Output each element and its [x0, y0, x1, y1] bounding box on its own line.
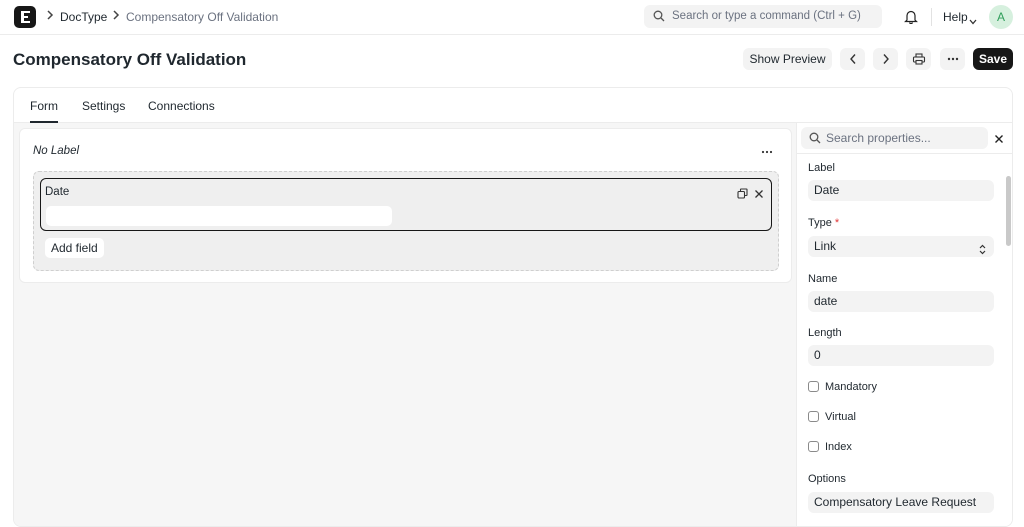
- type-property-text: Type: [808, 217, 832, 229]
- add-field-button[interactable]: Add field: [45, 238, 104, 258]
- select-arrows-icon: [979, 241, 986, 262]
- form-canvas: No Label Date Add field: [14, 123, 796, 527]
- close-icon[interactable]: [994, 132, 1004, 147]
- breadcrumb-doctype[interactable]: DocType: [60, 10, 107, 24]
- more-icon: [947, 57, 959, 61]
- sidebar-divider: [797, 153, 1013, 154]
- form-column[interactable]: Date Add field: [33, 171, 779, 271]
- help-menu[interactable]: Help: [943, 10, 968, 24]
- options-property-input[interactable]: Compensatory Leave Request: [808, 492, 994, 513]
- index-label[interactable]: Index: [825, 441, 852, 453]
- app-logo-icon[interactable]: [14, 6, 36, 28]
- chevron-left-icon: [849, 54, 857, 65]
- search-placeholder: Search or type a command (Ctrl + G): [672, 10, 861, 22]
- length-property-input[interactable]: 0: [808, 345, 994, 366]
- properties-search-placeholder: Search properties...: [826, 131, 931, 145]
- section-more-icon[interactable]: [761, 143, 773, 157]
- search-icon: [653, 10, 665, 25]
- properties-sidebar: Search properties... Label Date Type * L…: [796, 123, 1013, 527]
- mandatory-label[interactable]: Mandatory: [825, 381, 877, 393]
- save-button[interactable]: Save: [973, 48, 1013, 70]
- navbar-divider: [931, 8, 932, 26]
- type-property-select[interactable]: Link: [808, 236, 994, 257]
- tab-settings[interactable]: Settings: [82, 99, 125, 113]
- printer-icon: [912, 53, 925, 65]
- chevron-right-icon: [112, 10, 120, 23]
- scrollbar-thumb[interactable]: [1006, 176, 1011, 246]
- field-label[interactable]: Date: [45, 186, 69, 198]
- section-label[interactable]: No Label: [33, 145, 79, 157]
- mandatory-checkbox[interactable]: [808, 381, 819, 392]
- tab-bar: Form Settings Connections: [14, 88, 1013, 123]
- breadcrumb-current[interactable]: Compensatory Off Validation: [126, 10, 278, 24]
- index-checkbox[interactable]: [808, 441, 819, 452]
- search-input[interactable]: Search or type a command (Ctrl + G): [644, 5, 882, 28]
- virtual-checkbox[interactable]: [808, 411, 819, 422]
- type-property-value: Link: [814, 239, 836, 253]
- bell-icon[interactable]: [904, 9, 918, 27]
- chevron-right-icon: [46, 10, 54, 23]
- search-icon: [809, 132, 821, 147]
- label-property-input[interactable]: Date: [808, 180, 994, 201]
- show-preview-button[interactable]: Show Preview: [743, 48, 832, 70]
- previous-button[interactable]: [840, 48, 865, 70]
- page-title: Compensatory Off Validation: [13, 50, 246, 70]
- sidebar-scrollbar[interactable]: [1005, 154, 1011, 527]
- type-property-title: Type *: [808, 217, 839, 229]
- avatar[interactable]: A: [989, 5, 1013, 29]
- form-section[interactable]: No Label Date Add field: [19, 128, 792, 283]
- duplicate-icon[interactable]: [737, 187, 748, 202]
- form-builder-card: Form Settings Connections No Label Date: [13, 87, 1013, 527]
- virtual-label[interactable]: Virtual: [825, 411, 856, 423]
- close-icon[interactable]: [754, 187, 764, 202]
- next-button[interactable]: [873, 48, 898, 70]
- chevron-down-icon[interactable]: [969, 13, 977, 28]
- label-property-title: Label: [808, 162, 835, 174]
- field-preview-input: [46, 206, 392, 226]
- options-property-title: Options: [808, 473, 846, 485]
- print-button[interactable]: [906, 48, 931, 70]
- tab-form[interactable]: Form: [30, 99, 58, 113]
- chevron-right-icon: [882, 54, 890, 65]
- required-mark: *: [835, 217, 839, 229]
- top-navbar: DocType Compensatory Off Validation Sear…: [0, 0, 1024, 35]
- tab-connections[interactable]: Connections: [148, 99, 215, 113]
- field-date[interactable]: Date: [40, 178, 772, 231]
- name-property-title: Name: [808, 273, 837, 285]
- length-property-title: Length: [808, 327, 842, 339]
- properties-search-input[interactable]: Search properties...: [801, 127, 988, 149]
- name-property-input[interactable]: date: [808, 291, 994, 312]
- more-button[interactable]: [940, 48, 965, 70]
